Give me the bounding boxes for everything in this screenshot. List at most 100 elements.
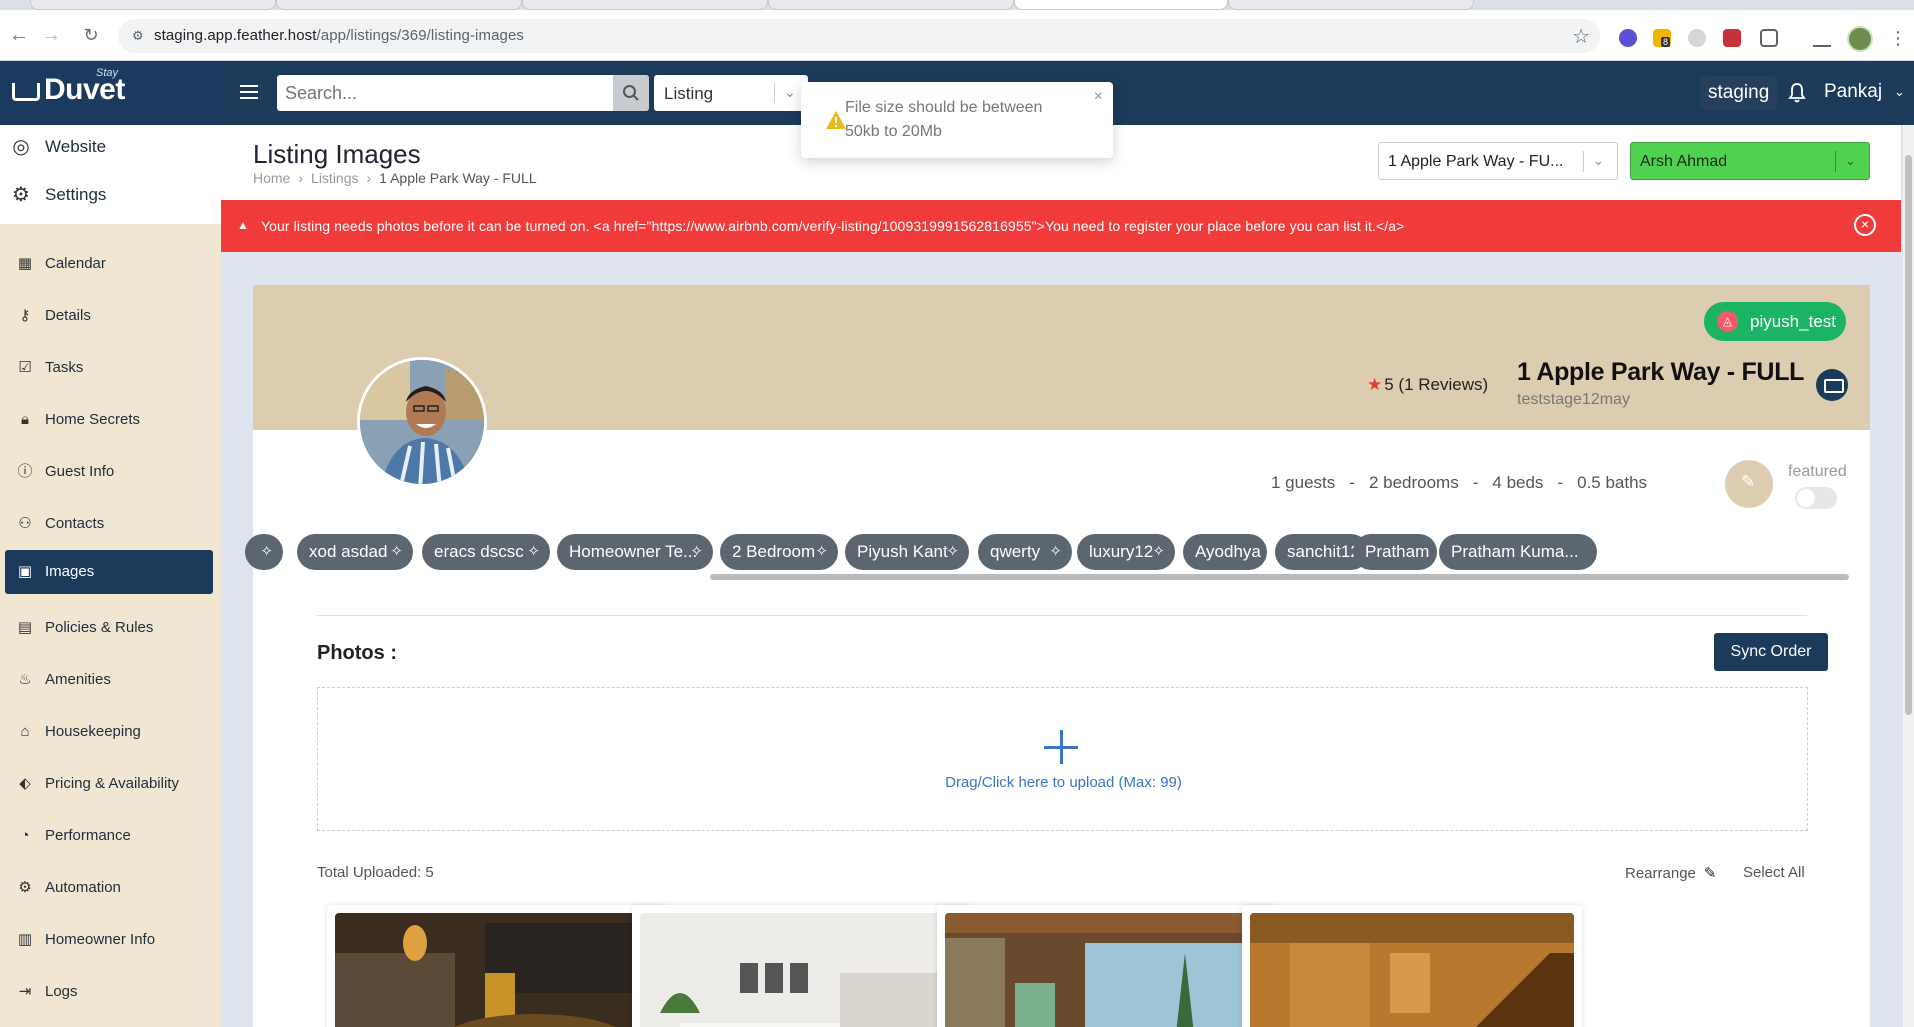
tag-chip[interactable]: xod asdad ✧ <box>297 534 413 570</box>
breadcrumb-home[interactable]: Home <box>253 170 290 186</box>
magic-wand-icon[interactable]: ✧ <box>1152 534 1165 570</box>
forward-icon[interactable]: → <box>40 24 62 46</box>
magic-wand-icon[interactable]: ✧ <box>946 534 959 570</box>
sidebar-item-images[interactable]: ▣ Images <box>5 550 213 594</box>
listing-select[interactable]: 1 Apple Park Way - FU... ⌄ <box>1378 142 1618 180</box>
sync-order-button[interactable]: Sync Order <box>1714 633 1828 671</box>
sidebar-item-contacts[interactable]: ⚇ Contacts <box>0 502 221 546</box>
sidebar-item-website[interactable]: ◎ Website <box>0 125 221 169</box>
notification-bell-icon[interactable] <box>1788 83 1806 103</box>
sidebar-item-settings[interactable]: ⚙ Settings <box>0 173 221 217</box>
extension-icon[interactable] <box>1619 29 1637 47</box>
browser-tab-active[interactable] <box>1014 0 1228 10</box>
search-input[interactable] <box>281 75 611 111</box>
magic-wand-icon[interactable]: ✧ <box>390 534 403 570</box>
chevron-down-icon[interactable]: ⌄ <box>1894 84 1905 100</box>
back-icon[interactable]: ← <box>8 24 30 46</box>
tag-chip[interactable]: luxury12 ✧ <box>1077 534 1175 570</box>
photo-thumbnail[interactable] <box>1250 913 1574 1027</box>
browser-tab[interactable] <box>522 0 768 10</box>
sidebar-item-guest-info[interactable]: ⓘ Guest Info <box>0 450 221 494</box>
sidebar-item-label: Tasks <box>45 359 84 376</box>
tag-chip[interactable]: eracs dscsc ✧ <box>422 534 550 570</box>
search-type-select[interactable]: Listing ⌄ <box>654 75 808 111</box>
url-host: staging.app.feather.host <box>154 27 317 44</box>
sidebar-item-homeowner-info[interactable]: ▥ Homeowner Info <box>0 918 221 962</box>
magic-wand-icon[interactable]: ✧ <box>1049 534 1062 570</box>
sidebar-item-details[interactable]: ⚷ Details <box>0 294 221 338</box>
breadcrumb-listings[interactable]: Listings <box>311 170 358 186</box>
extension-badge-icon[interactable]: 8 <box>1653 29 1671 47</box>
owner-select[interactable]: Arsh Ahmad ⌄ <box>1630 142 1870 180</box>
browser-chrome: ← → ↻ ⚙ staging.app.feather.host/app/lis… <box>0 0 1914 61</box>
sidebar-item-automation[interactable]: ⚙ Automation <box>0 866 221 910</box>
download-icon[interactable] <box>1813 29 1831 47</box>
browser-tab[interactable] <box>30 0 276 10</box>
browser-tab[interactable] <box>768 0 1014 10</box>
sidebar-item-pricing[interactable]: ⬖ Pricing & Availability <box>0 762 221 806</box>
tag-chip[interactable]: Homeowner Te... ✧ <box>557 534 713 570</box>
tag-chip[interactable]: 2 Bedroom ✧ <box>720 534 838 570</box>
browser-tab[interactable] <box>276 0 522 10</box>
tag-chip[interactable]: Pratham Kuma... <box>1439 534 1597 570</box>
search-icon <box>623 85 639 101</box>
tag-chip[interactable]: Piyush Kant ✧ <box>845 534 969 570</box>
photo-card[interactable] <box>327 905 667 1027</box>
magic-wand-icon[interactable]: ✧ <box>690 534 703 570</box>
magic-wand-icon[interactable]: ✧ <box>815 534 828 570</box>
page-scrollbar-thumb[interactable] <box>1905 155 1912 715</box>
photo-image <box>335 913 659 1027</box>
sidebar-top-section: ◎ Website ⚙ Settings <box>0 125 221 224</box>
automation-icon: ⚙ <box>18 879 32 896</box>
sidebar-item-tasks[interactable]: ☑ Tasks <box>0 346 221 390</box>
sidebar-item-housekeeping[interactable]: ⌂ Housekeeping <box>0 710 221 754</box>
photo-thumbnail[interactable] <box>640 913 964 1027</box>
sidebar-item-policies[interactable]: ▤ Policies & Rules <box>0 606 221 650</box>
sidebar-item-calendar[interactable]: ▦ Calendar <box>0 242 221 286</box>
magic-wand-icon[interactable]: ✧ <box>260 534 273 570</box>
browser-tab[interactable] <box>1228 0 1474 10</box>
listing-tags: ✧ xod asdad ✧ eracs dscsc ✧ Homeowner Te... ✧ 2… <box>245 534 1870 572</box>
tag-chip[interactable]: ✧ <box>245 534 283 570</box>
photo-upload-dropzone[interactable]: Drag/Click here to upload (Max: 99) <box>317 687 1808 831</box>
bookmark-star-icon[interactable]: ☆ <box>1572 24 1590 49</box>
profile-avatar-icon[interactable] <box>1847 26 1873 52</box>
photo-image <box>1250 913 1574 1027</box>
extension-icon[interactable] <box>1723 29 1741 47</box>
reload-icon[interactable]: ↻ <box>80 24 102 46</box>
tag-chip[interactable]: Pratham <box>1353 534 1437 570</box>
photo-card[interactable] <box>937 905 1277 1027</box>
magic-wand-icon[interactable]: ✧ <box>527 534 540 570</box>
bedrooms-count: 2 bedrooms <box>1368 473 1459 492</box>
sidebar-item-amenities[interactable]: ♨ Amenities <box>0 658 221 702</box>
omnibox[interactable]: ⚙ staging.app.feather.host/app/listings/… <box>118 19 1600 53</box>
site-info-icon[interactable]: ⚙ <box>132 28 148 44</box>
sidebar-item-performance[interactable]: ◔ Performance <box>0 814 221 858</box>
photo-card[interactable] <box>1242 905 1582 1027</box>
tags-scrollbar[interactable] <box>710 574 1849 580</box>
extensions-puzzle-icon[interactable] <box>1760 29 1778 47</box>
photo-thumbnail[interactable] <box>335 913 659 1027</box>
select-all-button[interactable]: Select All <box>1743 864 1805 881</box>
featured-toggle[interactable] <box>1795 487 1837 509</box>
alert-close-icon[interactable]: × <box>1854 214 1876 236</box>
toast-close-icon[interactable]: × <box>1094 88 1103 106</box>
sidebar-item-home-secrets[interactable]: 🔒︎ Home Secrets <box>0 398 221 442</box>
photo-card[interactable] <box>632 905 972 1027</box>
rearrange-label: Rearrange <box>1625 865 1696 882</box>
sidebar-item-logs[interactable]: ⇥ Logs <box>0 970 221 1014</box>
rearrange-button[interactable]: Rearrange ✎ <box>1625 864 1716 882</box>
photo-thumbnail[interactable] <box>945 913 1269 1027</box>
hamburger-menu-icon[interactable] <box>240 85 258 99</box>
tag-chip[interactable]: Ayodhya <box>1183 534 1267 570</box>
page-scrollbar[interactable] <box>1903 125 1914 1027</box>
channel-account-badge[interactable]: ◬ piyush_test <box>1704 302 1846 341</box>
tag-chip[interactable]: qwerty ✧ <box>978 534 1072 570</box>
url-text[interactable]: staging.app.feather.host/app/listings/36… <box>154 27 524 44</box>
search-button[interactable] <box>613 75 649 111</box>
extension-icon[interactable] <box>1688 29 1706 47</box>
edit-listing-button[interactable]: ✎ <box>1725 460 1773 508</box>
browser-menu-icon[interactable]: ⋮ <box>1889 28 1907 49</box>
duvet-logo[interactable]: Stay Duvet <box>0 61 221 125</box>
user-menu-name[interactable]: Pankaj <box>1824 81 1882 103</box>
